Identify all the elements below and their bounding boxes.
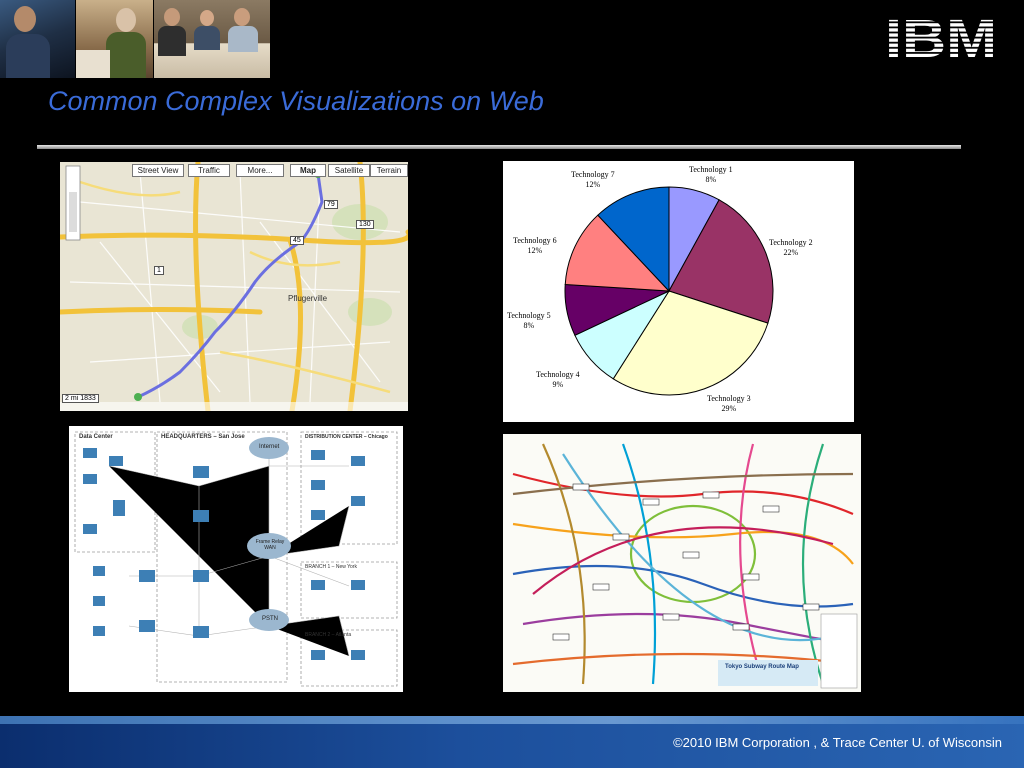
network-branch-1: BRANCH 1 – New York xyxy=(305,564,357,570)
network-cloud-internet: Internet xyxy=(259,444,280,450)
pie-label-name: Technology 7 xyxy=(571,170,615,179)
highway-shield-130: 130 xyxy=(356,220,374,229)
footer-copyright: ©2010 IBM Corporation , & Trace Center U… xyxy=(673,735,1002,750)
network-branch-2: BRANCH 2 – Atlanta xyxy=(305,632,352,638)
pie-label-technology-4: Technology 4 9% xyxy=(536,370,580,390)
footer-bar: ©2010 IBM Corporation , & Trace Center U… xyxy=(0,716,1024,768)
pie-label-pct: 22% xyxy=(783,248,799,257)
map-scale-feet: 1833 xyxy=(80,395,96,402)
pie-label-name: Technology 3 xyxy=(707,394,751,403)
svg-text:IBM: IBM xyxy=(885,13,997,59)
pie-label-pct: 8% xyxy=(523,321,535,330)
map-scale: 2 mi 1833 xyxy=(62,394,99,403)
pie-label-technology-5: Technology 5 8% xyxy=(507,311,551,331)
footer-highlight xyxy=(0,716,1024,724)
subway-map-title: Tokyo Subway Route Map xyxy=(725,664,799,670)
highway-shield-45: 45 xyxy=(290,236,304,245)
map-image: Street View Traffic More... Map Satellit… xyxy=(60,162,408,411)
pie-label-name: Technology 1 xyxy=(689,165,733,174)
pie-label-name: Technology 6 xyxy=(513,236,557,245)
header-photo-1 xyxy=(0,0,75,78)
terrain-button[interactable]: Terrain xyxy=(370,164,408,177)
pie-label-pct: 12% xyxy=(585,180,601,189)
highway-shield-1: 1 xyxy=(154,266,164,275)
ibm-logo: IBM xyxy=(885,13,997,59)
subway-map-image: Tokyo Subway Route Map xyxy=(503,434,861,692)
pie-label-name: Technology 4 xyxy=(536,370,580,379)
network-diagram-image: Data Center HEADQUARTERS – San Jose DIST… xyxy=(69,426,403,692)
satellite-button[interactable]: Satellite xyxy=(328,164,370,177)
title-divider xyxy=(37,145,961,149)
pie-label-name: Technology 5 xyxy=(507,311,551,320)
slide-title: Common Complex Visualizations on Web xyxy=(48,86,544,116)
street-view-button[interactable]: Street View xyxy=(132,164,184,177)
pie-label-technology-1: Technology 1 8% xyxy=(689,165,733,185)
pie-label-name: Technology 2 xyxy=(769,238,813,247)
network-title-headquarters: HEADQUARTERS – San Jose xyxy=(161,434,245,440)
pie-chart-image: Technology 1 8% Technology 2 22% Technolog… xyxy=(503,161,854,422)
network-cloud-frame-relay: Frame Relay WAN xyxy=(255,539,285,551)
more-button[interactable]: More... xyxy=(236,164,284,177)
network-title-distribution: DISTRIBUTION CENTER – Chicago xyxy=(305,434,388,440)
pie-label-pct: 8% xyxy=(705,175,717,184)
header-bar xyxy=(0,0,1024,78)
network-cloud-pstn: PSTN xyxy=(262,616,279,622)
map-type-button[interactable]: Map xyxy=(290,164,326,177)
header-photo-3 xyxy=(154,0,270,78)
highway-shield-79: 79 xyxy=(324,200,338,209)
pie-label-technology-6: Technology 6 12% xyxy=(513,236,557,256)
pie-label-pct: 12% xyxy=(527,246,543,255)
pie-label-pct: 29% xyxy=(721,404,737,413)
pie-label-technology-3: Technology 3 29% xyxy=(707,394,751,414)
pie-label-pct: 9% xyxy=(552,380,564,389)
network-title-data-center: Data Center xyxy=(79,434,113,440)
pie-label-technology-2: Technology 2 22% xyxy=(769,238,813,258)
pie-label-technology-7: Technology 7 12% xyxy=(571,170,615,190)
map-scale-miles: 2 mi xyxy=(65,395,79,402)
map-place-label: Pflugerville xyxy=(288,294,328,303)
traffic-button[interactable]: Traffic xyxy=(188,164,230,177)
header-photo-2 xyxy=(76,0,153,78)
